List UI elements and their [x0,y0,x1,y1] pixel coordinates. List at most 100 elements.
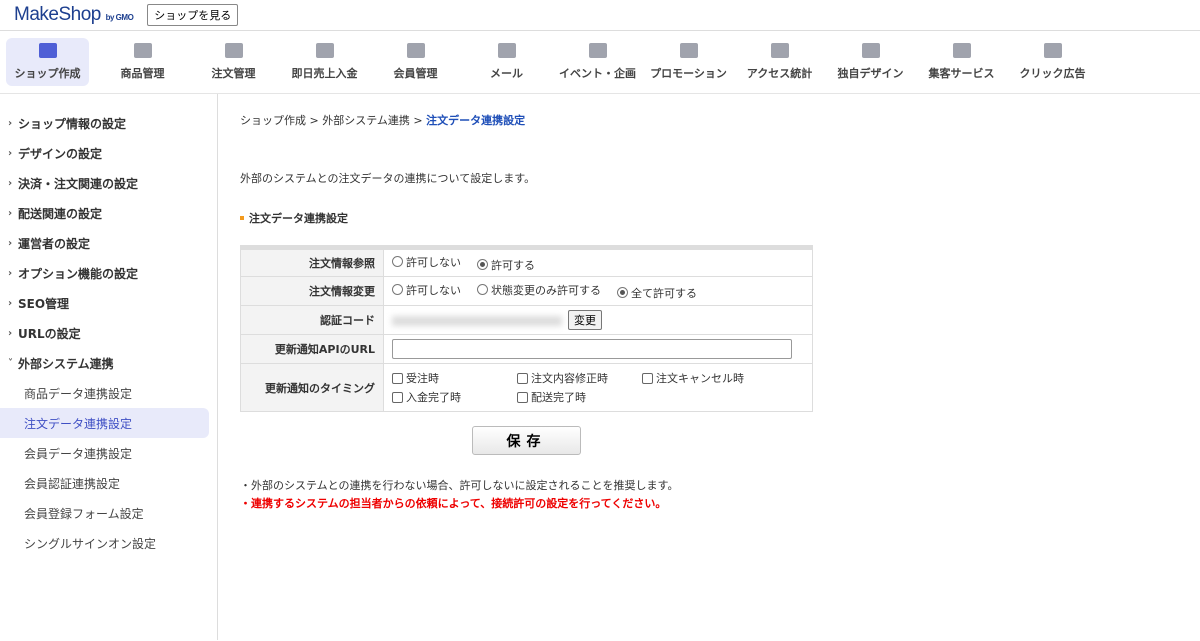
settings-table: 注文情報参照 許可しない 許可する 注文情報変更 許可しない 状態変更のみ許可する全… [240,245,813,412]
warning-text: ・連携するシステムの担当者からの依頼によって、接続許可の設定を行ってください。 [240,497,667,510]
mouse-icon [1043,43,1062,58]
nav-item-9[interactable]: 独自デザイン [825,38,916,86]
nav-label: 集客サービス [928,67,995,80]
breadcrumb: ショップ作成 > 外部システム連携 > 注文データ連携設定 [240,114,526,127]
save-button[interactable]: 保存 [472,426,581,455]
api-url-input[interactable] [392,339,792,359]
trend-icon [770,43,789,58]
nav-label: アクセス統計 [746,67,813,80]
chevron-right-icon: › [8,147,13,159]
sidebar-subitem-0[interactable]: 商品データ連携設定 [0,378,209,408]
sidebar-item-0[interactable]: › ショップ情報の設定 [0,108,217,138]
section-title: 注文データ連携設定 [240,210,1200,226]
url-label: 更新通知APIのURL [240,334,384,364]
timing-checkbox-1[interactable]: 注文内容修正時 [517,370,626,386]
top-bar: MakeShop by GMO ショップを見る [0,0,1200,31]
sidebar-item-3[interactable]: › 配送関連の設定 [0,198,217,228]
nav-label: 独自デザイン [837,67,904,80]
chevron-right-icon: › [8,297,13,309]
nav-label: イベント・企画 [559,67,636,80]
page-description: 外部のシステムとの注文データの連携について設定します。 [240,172,536,185]
sidebar-item-7[interactable]: › URLの設定 [0,318,217,348]
chevron-right-icon: › [8,267,13,279]
sidebar: › ショップ情報の設定 › デザインの設定 › 決済・注文関連の設定 › 配送関連の設定 › 運営… [0,94,218,640]
nav-label: ショップ作成 [14,67,81,80]
chg-label: 注文情報変更 [240,276,384,306]
nav-item-6[interactable]: イベント・企画 [552,38,643,86]
sidebar-subitem-4[interactable]: 会員登録フォーム設定 [0,498,209,528]
nav-label: クリック広告 [1019,67,1086,80]
sidebar-item-2[interactable]: › 決済・注文関連の設定 [0,168,217,198]
sidebar-item-label: 決済・注文関連の設定 [18,176,139,191]
sidebar-item-label: デザインの設定 [18,146,103,161]
nav-item-4[interactable]: 会員管理 [370,38,461,86]
sidebar-item-label: 配送関連の設定 [18,206,103,221]
mail-icon [497,43,516,58]
chevron-down-icon: ˅ [8,357,13,369]
basket-icon [133,43,152,58]
chg-all-radio[interactable]: 全て許可する [617,285,697,301]
nav-label: 会員管理 [393,67,438,80]
sidebar-subitem-2[interactable]: 会員データ連携設定 [0,438,209,468]
sidebar-item-4[interactable]: › 運営者の設定 [0,228,217,258]
sidebar-subitem-5[interactable]: シングルサインオン設定 [0,528,209,558]
ref-allow-radio[interactable]: 許可する [477,257,535,273]
main-content: ショップ作成 > 外部システム連携 > 注文データ連携設定 外部のシステムとの注… [218,94,1200,640]
nav-label: 注文管理 [211,67,256,80]
note-text: ・外部のシステムとの連携を行わない場合、許可しないに設定されることを推奨します。 [240,479,679,492]
nav-item-2[interactable]: 注文管理 [188,38,279,86]
auth-code-blurred [392,316,562,326]
nav-item-1[interactable]: 商品管理 [97,38,188,86]
sidebar-item-8[interactable]: ˅ 外部システム連携 [0,348,217,378]
sidebar-item-label: URLの設定 [18,326,81,341]
chevron-right-icon: › [8,177,13,189]
nav-item-0[interactable]: ショップ作成 [6,38,89,86]
timing-checkbox-2[interactable]: 注文キャンセル時 [642,370,766,386]
chg-deny-radio[interactable]: 許可しない [392,282,461,298]
breadcrumb-external[interactable]: 外部システム連携 [322,114,410,127]
sidebar-subitem-3[interactable]: 会員認証連携設定 [0,468,209,498]
gift-icon [588,43,607,58]
nav-item-5[interactable]: メール [461,38,552,86]
chevron-right-icon: › [8,327,13,339]
ref-label: 注文情報参照 [240,247,384,277]
speaker-icon [679,43,698,58]
sidebar-item-label: SEO管理 [18,296,70,311]
sidebar-item-6[interactable]: › SEO管理 [0,288,217,318]
nav-item-3[interactable]: 即日売上入金 [279,38,370,86]
nav-item-8[interactable]: アクセス統計 [734,38,825,86]
nav-label: プロモーション [650,67,727,80]
nav-label: メール [490,67,523,80]
sidebar-item-1[interactable]: › デザインの設定 [0,138,217,168]
sidebar-item-label: オプション機能の設定 [18,266,139,281]
breadcrumb-current: 注文データ連携設定 [426,114,526,127]
folder-icon [315,43,334,58]
breadcrumb-shop[interactable]: ショップ作成 [240,114,306,127]
sidebar-item-label: 外部システム連携 [18,356,114,371]
sidebar-item-label: ショップ情報の設定 [18,116,127,131]
ref-deny-radio[interactable]: 許可しない [392,254,461,270]
change-code-button[interactable]: 変更 [568,310,602,330]
nav-item-10[interactable]: 集客サービス [916,38,1007,86]
timing-checkbox-3[interactable]: 入金完了時 [392,389,501,405]
timing-label: 更新通知のタイミング [240,363,384,412]
nav-label: 即日売上入金 [291,67,358,80]
timing-checkbox-0[interactable]: 受注時 [392,370,501,386]
sidebar-subitem-1[interactable]: 注文データ連携設定 [0,408,209,438]
makeshop-logo[interactable]: MakeShop by GMO [14,4,134,26]
chevron-right-icon: › [8,207,13,219]
shop-icon [38,43,57,58]
chevron-right-icon: › [8,237,13,249]
chevron-right-icon: › [8,117,13,129]
nav-item-7[interactable]: プロモーション [643,38,734,86]
palette-icon [861,43,880,58]
globe-icon [952,43,971,58]
people-icon [406,43,425,58]
sidebar-item-5[interactable]: › オプション機能の設定 [0,258,217,288]
view-shop-button[interactable]: ショップを見る [147,4,239,26]
sidebar-item-label: 運営者の設定 [18,236,91,251]
nav-item-11[interactable]: クリック広告 [1007,38,1098,86]
chg-status-radio[interactable]: 状態変更のみ許可する [477,282,601,298]
timing-checkbox-4[interactable]: 配送完了時 [517,389,626,405]
nav-label: 商品管理 [120,67,165,80]
